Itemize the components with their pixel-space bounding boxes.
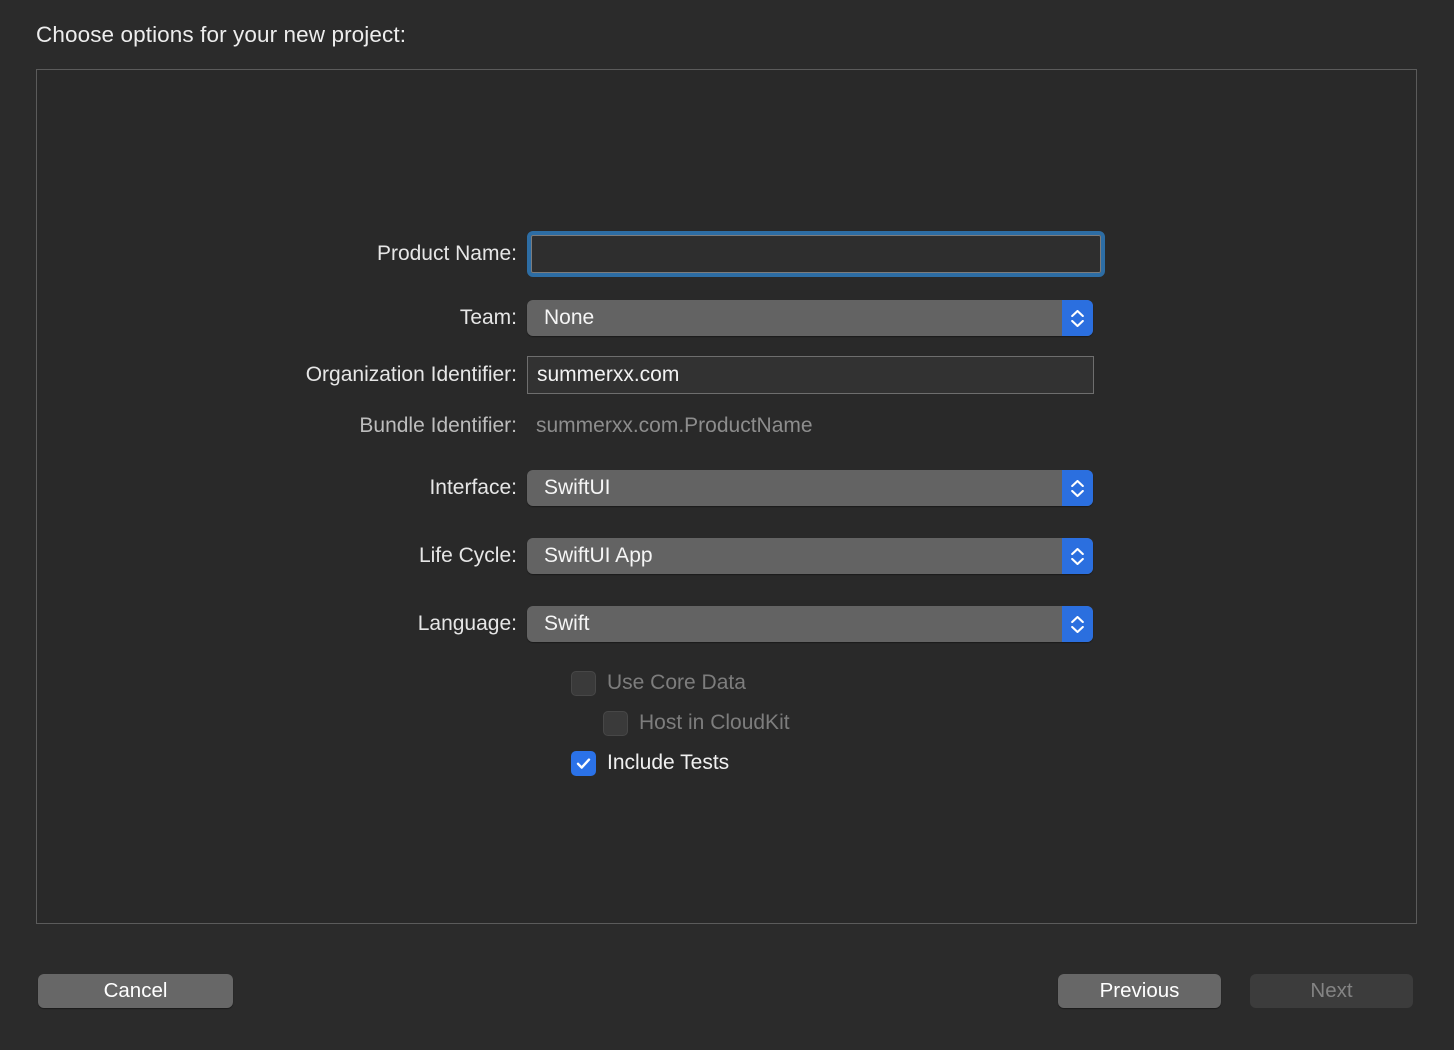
product-name-input[interactable] [527,231,1105,277]
interface-stepper[interactable] [1062,470,1093,506]
previous-button[interactable]: Previous [1058,974,1221,1008]
label-life-cycle: Life Cycle: [0,544,527,568]
form-row-interface: Interface: SwiftUI [0,466,1093,510]
team-popup-button[interactable]: None [527,300,1093,336]
new-project-options-dialog: Choose options for your new project: Pro… [0,0,1454,1050]
include-tests-checkbox[interactable] [571,751,596,776]
label-interface: Interface: [0,476,527,500]
product-name-input-inner [531,235,1101,273]
life-cycle-stepper[interactable] [1062,538,1093,574]
chevron-down-icon [1071,558,1084,565]
label-product-name: Product Name: [0,242,527,266]
checkbox-row-use-core-data[interactable]: Use Core Data [571,668,746,698]
chevron-down-icon [1071,626,1084,633]
language-value: Swift [527,612,590,636]
chevron-up-icon [1071,548,1084,555]
host-in-cloudkit-label: Host in CloudKit [639,711,790,735]
form-row-product-name: Product Name: [0,232,1105,276]
language-popup-button[interactable]: Swift [527,606,1093,642]
checkbox-row-host-in-cloudkit[interactable]: Host in CloudKit [603,708,790,738]
include-tests-label: Include Tests [607,751,729,775]
label-bundle-identifier: Bundle Identifier: [0,414,527,438]
life-cycle-popup-button[interactable]: SwiftUI App [527,538,1093,574]
use-core-data-checkbox[interactable] [571,671,596,696]
chevron-up-icon [1071,480,1084,487]
organization-identifier-value: summerxx.com [537,357,679,393]
form-row-language: Language: Swift [0,602,1093,646]
team-stepper[interactable] [1062,300,1093,336]
life-cycle-value: SwiftUI App [527,544,653,568]
chevron-down-icon [1071,490,1084,497]
next-button[interactable]: Next [1250,974,1413,1008]
host-in-cloudkit-checkbox[interactable] [603,711,628,736]
organization-identifier-input[interactable]: summerxx.com [527,356,1094,394]
bundle-identifier-value: summerxx.com.ProductName [527,414,813,438]
language-stepper[interactable] [1062,606,1093,642]
chevron-up-icon [1071,616,1084,623]
team-value: None [527,306,594,330]
chevron-down-icon [1071,320,1084,327]
checkbox-row-include-tests[interactable]: Include Tests [571,748,729,778]
label-team: Team: [0,306,527,330]
label-organization-identifier: Organization Identifier: [0,363,527,387]
checkmark-icon [575,755,592,772]
form-row-bundle-identifier: Bundle Identifier: summerxx.com.ProductN… [0,404,813,448]
chevron-up-icon [1071,310,1084,317]
interface-popup-button[interactable]: SwiftUI [527,470,1093,506]
label-language: Language: [0,612,527,636]
form-row-team: Team: None [0,296,1093,340]
interface-value: SwiftUI [527,476,611,500]
form-row-life-cycle: Life Cycle: SwiftUI App [0,534,1093,578]
cancel-button[interactable]: Cancel [38,974,233,1008]
page-title: Choose options for your new project: [36,22,406,48]
form-row-organization-identifier: Organization Identifier: summerxx.com [0,353,1094,397]
use-core-data-label: Use Core Data [607,671,746,695]
